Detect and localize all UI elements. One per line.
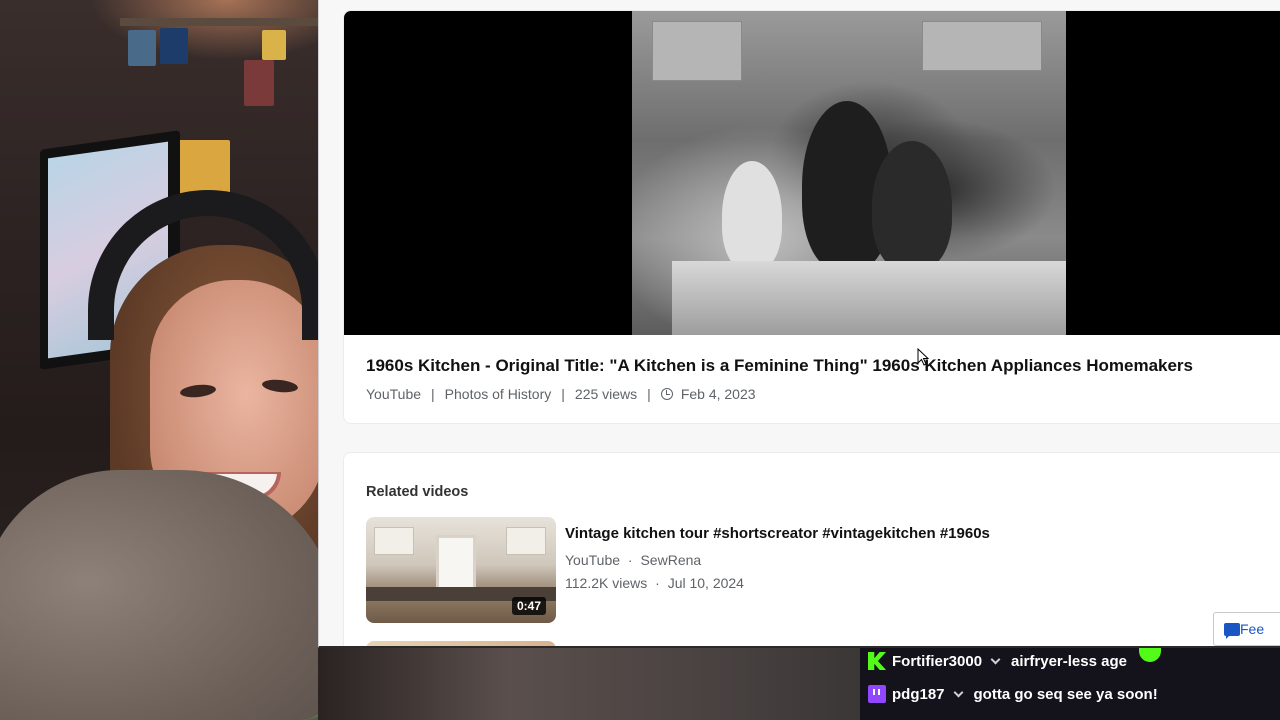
wall-shelf bbox=[120, 18, 318, 26]
related-title[interactable]: Vintage kitchen tour #shortscreator #vin… bbox=[565, 525, 990, 542]
twitch-icon bbox=[868, 685, 886, 703]
wall-poster bbox=[128, 30, 156, 66]
chat-text: gotta go seq see ya soon! bbox=[973, 685, 1158, 703]
dot-separator: · bbox=[627, 552, 633, 568]
related-platform: YouTube bbox=[565, 552, 621, 568]
stream-chat: Fortifier3000 airfryer-less age pdg187 g… bbox=[860, 648, 1280, 720]
related-source: YouTube · SewRena bbox=[565, 552, 701, 568]
next-related-thumbnail[interactable] bbox=[366, 641, 556, 646]
meta-separator: | bbox=[431, 386, 435, 402]
video-title[interactable]: 1960s Kitchen - Original Title: "A Kitch… bbox=[366, 356, 1280, 376]
video-card: 1960s Kitchen - Original Title: "A Kitch… bbox=[343, 10, 1280, 424]
chat-message: pdg187 gotta go seq see ya soon! bbox=[868, 685, 1158, 703]
frame-table bbox=[672, 261, 1066, 335]
video-frame[interactable] bbox=[632, 11, 1066, 335]
video-views: 225 views bbox=[574, 386, 638, 402]
meta-separator: | bbox=[561, 386, 565, 402]
related-video-item[interactable]: 0:47 Vintage kitchen tour #shortscreator… bbox=[366, 517, 1266, 623]
video-channel[interactable]: Photos of History bbox=[445, 386, 552, 402]
dot-separator: · bbox=[655, 575, 660, 591]
frame-person bbox=[722, 161, 782, 271]
related-views: 112.2K views bbox=[565, 575, 648, 591]
thumb-cabinet bbox=[506, 527, 546, 555]
mouse-cursor-icon bbox=[917, 348, 929, 366]
frame-person bbox=[872, 141, 952, 271]
video-date: Feb 4, 2023 bbox=[680, 386, 756, 402]
video-source: YouTube bbox=[366, 386, 422, 402]
chevron-down-icon bbox=[990, 654, 1001, 664]
wall-poster bbox=[244, 60, 274, 106]
related-thumbnail[interactable]: 0:47 bbox=[366, 517, 556, 623]
meta-separator: | bbox=[647, 386, 651, 402]
video-meta: YouTube | Photos of History | 225 views … bbox=[366, 386, 756, 402]
browser-content: 1960s Kitchen - Original Title: "A Kitch… bbox=[318, 0, 1280, 648]
related-channel[interactable]: SewRena bbox=[640, 552, 701, 568]
webcam-bottom-strip bbox=[318, 648, 860, 720]
related-heading: Related videos bbox=[366, 484, 469, 500]
frame-cabinet bbox=[652, 21, 742, 81]
kick-icon bbox=[868, 652, 886, 670]
chevron-down-icon bbox=[953, 687, 963, 697]
sweater bbox=[0, 470, 318, 720]
frame-cabinet bbox=[922, 21, 1042, 71]
thumb-doorway bbox=[436, 535, 476, 595]
related-videos-card: Related videos 0:47 Vintage kitchen tour… bbox=[343, 452, 1280, 646]
related-stats: 112.2K views · Jul 10, 2024 bbox=[565, 575, 744, 591]
feedback-label: Fee bbox=[1240, 621, 1265, 637]
thumb-cabinet bbox=[374, 527, 414, 555]
chat-bubble-icon bbox=[1224, 623, 1240, 639]
chat-text: airfryer-less age bbox=[1011, 652, 1127, 670]
clock-history-icon bbox=[660, 388, 673, 400]
duration-badge: 0:47 bbox=[511, 597, 546, 615]
webcam-feed bbox=[0, 0, 318, 720]
chat-username[interactable]: Fortifier3000 bbox=[892, 653, 982, 670]
wall-poster bbox=[262, 30, 286, 60]
related-date: Jul 10, 2024 bbox=[667, 575, 744, 591]
chat-message: Fortifier3000 airfryer-less age bbox=[868, 648, 1161, 670]
video-player[interactable] bbox=[344, 11, 1280, 335]
cable bbox=[300, 600, 318, 720]
wall-poster bbox=[160, 28, 188, 64]
emote-icon bbox=[1138, 648, 1161, 662]
chat-username[interactable]: pdg187 bbox=[892, 686, 945, 703]
feedback-button[interactable]: Fee bbox=[1213, 612, 1280, 646]
